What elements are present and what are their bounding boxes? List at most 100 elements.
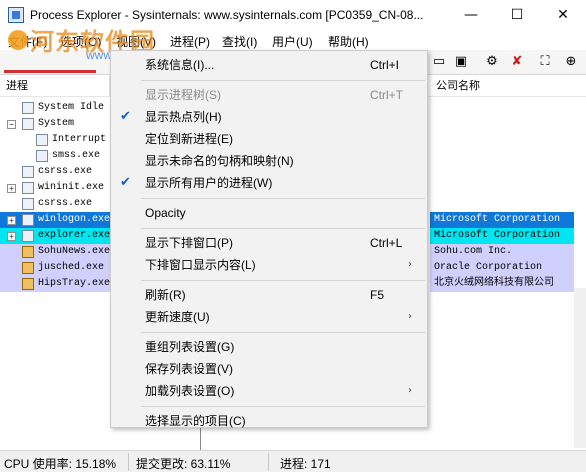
submenu-arrow-icon: › (408, 259, 412, 270)
menu-item-label: 显示所有用户的进程(W) (145, 176, 273, 190)
maximize-button[interactable]: ☐ (494, 0, 540, 30)
menu-separator (141, 80, 425, 81)
process-icon (22, 278, 34, 290)
company-name (430, 100, 574, 116)
process-icon (36, 150, 48, 162)
company-name: Microsoft Corporation (430, 228, 574, 244)
process-icon (22, 182, 34, 194)
menu-item-label: 加载列表设置(O) (145, 384, 235, 398)
menu-item-label: 定位到新进程(E) (145, 132, 233, 146)
process-icon (22, 246, 34, 258)
process-name: System (38, 118, 75, 129)
menu-item-select-columns[interactable]: 选择显示的项目(C) (112, 411, 426, 431)
menu-item-label: 下排窗口显示内容(L) (145, 258, 256, 272)
process-name: explorer.exe (38, 230, 111, 241)
process-icon (36, 134, 48, 146)
find-icon[interactable]: ⛶ (536, 53, 554, 71)
company-name (430, 148, 574, 164)
tree-expander-icon[interactable]: + (7, 232, 16, 241)
status-divider (268, 453, 269, 471)
menu-item-label: 保存列表设置(V) (145, 362, 233, 376)
minimize-button[interactable]: — (448, 0, 494, 30)
company-name: Oracle Corporation (430, 260, 574, 276)
tree-expander-icon[interactable]: + (7, 216, 16, 225)
menu-separator (141, 198, 425, 199)
process-name: winlogon.exe (38, 214, 111, 225)
process-icon (22, 102, 34, 114)
toolbar-cpu-graph (4, 70, 96, 73)
menu-item-scroll-to-new-process[interactable]: 定位到新进程(E) (112, 129, 426, 149)
menu-item-show-process-tree: 显示进程树(S) Ctrl+T (112, 85, 426, 105)
process-name: csrss.exe (38, 166, 93, 177)
process-name: System Idle (38, 102, 105, 113)
menu-help[interactable]: 帮助(H) (328, 33, 369, 50)
status-divider (128, 453, 129, 471)
menu-item-label: 系统信息(I)... (145, 58, 215, 72)
menu-item-load-column-set[interactable]: 加载列表设置(O) › (112, 381, 426, 401)
menu-item-label: 显示进程树(S) (145, 88, 221, 102)
status-cpu: CPU 使用率: 15.18% (4, 457, 117, 471)
process-name: Interrupt (52, 134, 107, 145)
process-icon (22, 166, 34, 178)
close-button[interactable]: ✕ (540, 0, 586, 30)
menu-item-shortcut: F5 (370, 288, 385, 302)
menu-item-system-info[interactable]: 系统信息(I)... Ctrl+I (112, 55, 426, 75)
process-name: SohuNews.exe (38, 246, 111, 257)
kill-process-icon[interactable]: ✘ (508, 53, 526, 71)
column-header-process[interactable]: 进程 (0, 76, 110, 96)
app-icon (8, 7, 24, 23)
menu-item-reset-column-sets[interactable]: 重组列表设置(G) (112, 337, 426, 357)
watermark-logo-icon (8, 30, 28, 50)
company-name: Microsoft Corporation (430, 212, 574, 228)
menu-item-label: 显示下排窗口(P) (145, 236, 233, 250)
menu-separator (141, 228, 425, 229)
menu-find[interactable]: 查找(I) (222, 33, 257, 50)
menu-item-label: 显示未命名的句柄和映射(N) (145, 154, 294, 168)
company-name (430, 116, 574, 132)
menu-item-label: 选择显示的项目(C) (145, 414, 246, 428)
menu-item-label: 更新速度(U) (145, 310, 210, 324)
company-name (430, 132, 574, 148)
process-icon (22, 230, 34, 242)
company-name (430, 180, 574, 196)
menu-item-label: Opacity (145, 206, 186, 220)
menu-item-shortcut: Ctrl+I (370, 58, 400, 72)
target-icon[interactable]: ⊕ (562, 53, 580, 71)
menu-item-label: 刷新(R) (145, 288, 186, 302)
menu-item-label: 显示热点列(H) (145, 110, 222, 124)
menu-item-label: 重组列表设置(G) (145, 340, 235, 354)
status-bar: CPU 使用率: 15.18% 提交更改: 63.11% 进程: 171 (0, 450, 586, 472)
check-icon: ✔ (120, 175, 131, 190)
menu-item-shortcut: Ctrl+T (370, 88, 403, 102)
company-name: 北京火绒网络科技有限公司 (430, 276, 574, 292)
submenu-arrow-icon: › (408, 385, 412, 396)
process-name: wininit.exe (38, 182, 105, 193)
settings-icon[interactable]: ⚙ (483, 53, 501, 71)
process-icon (22, 198, 34, 210)
menu-item-update-speed[interactable]: 更新速度(U) › (112, 307, 426, 327)
menu-item-opacity[interactable]: Opacity (112, 203, 426, 223)
menu-item-show-lower-pane[interactable]: 显示下排窗口(P) Ctrl+L (112, 233, 426, 253)
properties-icon[interactable]: ▣ (452, 53, 470, 71)
tree-expander-icon[interactable]: − (7, 120, 16, 129)
menu-process[interactable]: 进程(P) (170, 33, 210, 50)
column-header-company[interactable]: 公司名称 (430, 76, 586, 96)
menu-item-show-all-users-processes[interactable]: ✔ 显示所有用户的进程(W) (112, 173, 426, 193)
menu-item-refresh[interactable]: 刷新(R) F5 (112, 285, 426, 305)
menu-item-lower-pane-view[interactable]: 下排窗口显示内容(L) › (112, 255, 426, 275)
company-name (430, 196, 574, 212)
vertical-scrollbar[interactable] (574, 288, 586, 448)
company-name: Sohu.com Inc. (430, 244, 574, 260)
process-name: jusched.exe (38, 262, 105, 273)
status-commit: 提交更改: 63.11% (136, 457, 231, 471)
check-icon: ✔ (120, 109, 131, 124)
menu-item-show-hotspot-column[interactable]: ✔ 显示热点列(H) (112, 107, 426, 127)
process-name: HipsTray.exe (38, 278, 111, 289)
menu-separator (141, 280, 425, 281)
menu-users[interactable]: 用户(U) (272, 33, 313, 50)
menu-item-show-unnamed-handles[interactable]: 显示未命名的句柄和映射(N) (112, 151, 426, 171)
window-icon[interactable]: ▭ (430, 53, 448, 71)
menu-item-save-column-set[interactable]: 保存列表设置(V) (112, 359, 426, 379)
tree-expander-icon[interactable]: + (7, 184, 16, 193)
process-icon (22, 118, 34, 130)
